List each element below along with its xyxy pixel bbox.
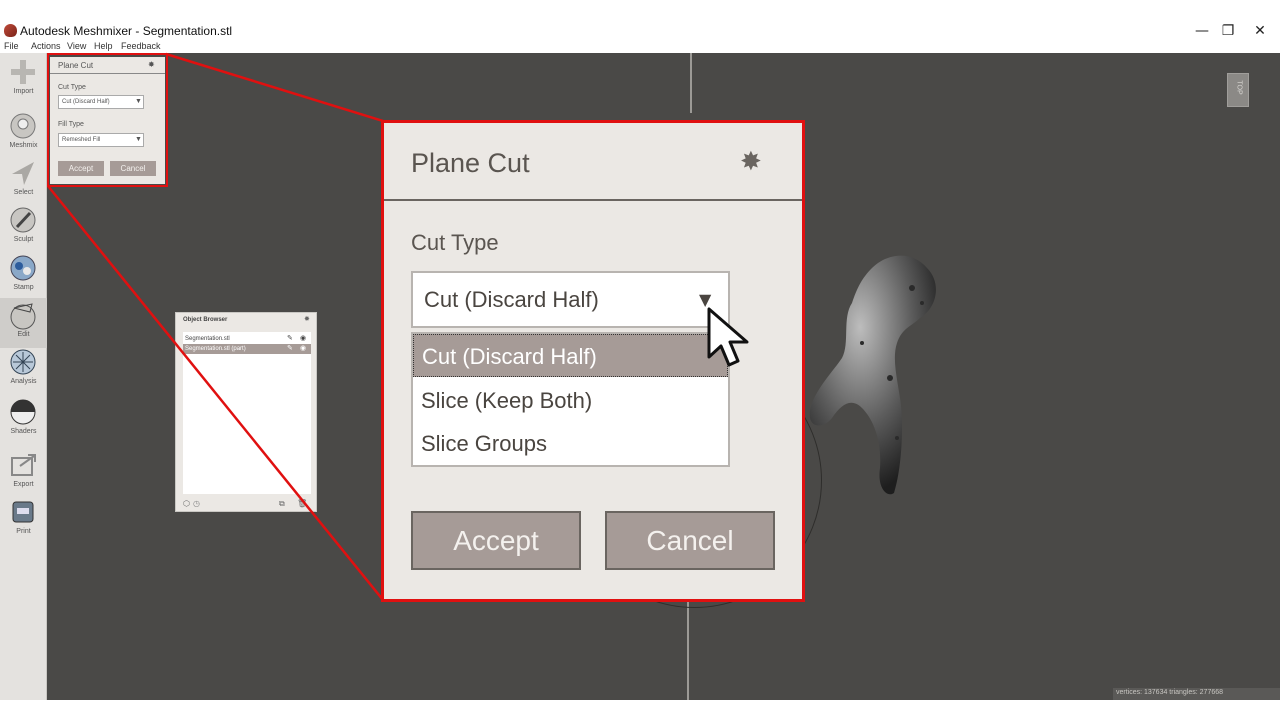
object-browser-title: Object Browser	[183, 317, 228, 323]
accept-button[interactable]: Accept	[411, 511, 581, 570]
edit-pencil-icon[interactable]: ✎	[287, 344, 293, 354]
tool-label: Shaders	[10, 428, 37, 435]
duplicate-icon[interactable]: ⧉	[279, 499, 285, 509]
title-bar: Autodesk Meshmixer - Segmentation.stl — …	[0, 20, 1280, 42]
tool-label: Print	[16, 528, 31, 535]
dropdown-option[interactable]: Cut (Discard Half)	[413, 334, 728, 377]
menu-bar: File Actions View Help Feedback	[0, 41, 1280, 53]
status-bar: vertices: 137634 triangles: 277668	[1113, 688, 1280, 700]
dropdown-option[interactable]: Slice Groups	[413, 422, 728, 465]
menu-actions[interactable]: Actions	[31, 41, 61, 51]
object-name: Segmentation.stl	[185, 336, 230, 342]
object-browser: Object Browser ✸ Segmentation.stl ✎ ◉ Se…	[175, 312, 317, 512]
view-cube[interactable]: TOP	[1227, 73, 1249, 107]
tool-label: Analysis	[10, 378, 37, 385]
sculpt-brush-icon	[10, 207, 36, 233]
menu-file[interactable]: File	[4, 41, 19, 51]
meshmixer-logo-icon	[4, 24, 17, 37]
panel-title: Plane Cut	[411, 148, 530, 178]
tool-label: Edit	[17, 331, 30, 338]
tool-analysis[interactable]: Analysis	[0, 345, 47, 395]
menu-help[interactable]: Help	[94, 41, 113, 51]
tool-export[interactable]: Export	[0, 448, 47, 498]
cut-type-dropdown: Cut (Discard Half) Slice (Keep Both) Sli…	[411, 332, 730, 467]
tool-print[interactable]: Print	[0, 495, 47, 545]
tool-edit[interactable]: Edit	[0, 298, 47, 348]
analysis-icon	[10, 349, 36, 375]
cancel-button[interactable]: Cancel	[605, 511, 775, 570]
mesh-stats: vertices: 137634 triangles: 277668	[1116, 689, 1224, 696]
tool-shaders[interactable]: Shaders	[0, 395, 47, 445]
cut-type-label: Cut Type	[411, 230, 499, 255]
menu-feedback[interactable]: Feedback	[121, 41, 161, 51]
view-cube-label: TOP	[1235, 80, 1243, 95]
tool-select[interactable]: Select	[0, 156, 47, 206]
tool-import[interactable]: Import	[0, 55, 47, 105]
tool-sculpt[interactable]: Sculpt	[0, 203, 47, 253]
export-icon	[11, 454, 36, 476]
settings-gear-icon[interactable]: ✸	[740, 147, 762, 177]
plus-icon	[11, 60, 35, 84]
restore-button[interactable]: ❐	[1212, 21, 1244, 41]
close-button[interactable]: ✕	[1244, 21, 1276, 41]
window-title: Autodesk Meshmixer - Segmentation.stl	[20, 24, 233, 38]
app-window: Autodesk Meshmixer - Segmentation.stl — …	[0, 0, 1280, 720]
highlight-box	[47, 53, 168, 187]
edit-icon	[10, 303, 36, 330]
tool-label: Import	[13, 88, 34, 95]
divider	[384, 199, 802, 201]
clock-icon[interactable]: ◷	[193, 499, 200, 508]
tool-label: Meshmix	[9, 142, 38, 149]
settings-gear-icon[interactable]: ✸	[304, 315, 310, 323]
print-icon	[12, 501, 34, 523]
axis-line	[687, 601, 689, 700]
menu-view[interactable]: View	[67, 41, 86, 51]
list-item[interactable]: Segmentation.stl ✎ ◉	[183, 334, 311, 344]
object-name: Segmentation.stl (part)	[185, 346, 246, 352]
axis-line	[690, 53, 692, 113]
trash-icon[interactable]: 🗑	[297, 499, 307, 508]
mouse-cursor-icon	[707, 307, 749, 367]
visibility-eye-icon[interactable]: ◉	[300, 344, 306, 354]
tool-stamp[interactable]: Stamp	[0, 251, 47, 301]
tool-meshmix[interactable]: Meshmix	[0, 109, 47, 159]
dropdown-option[interactable]: Slice (Keep Both)	[413, 379, 728, 422]
meshmix-icon	[10, 113, 36, 139]
select-arrow-icon	[12, 162, 34, 185]
edit-pencil-icon[interactable]: ✎	[287, 334, 293, 344]
list-item[interactable]: Segmentation.stl (part) ✎ ◉	[183, 344, 311, 354]
mesh-model[interactable]	[802, 248, 942, 508]
select-value: Cut (Discard Half)	[424, 287, 599, 312]
tool-label: Sculpt	[13, 236, 34, 243]
left-toolbar: Import Meshmix Select Sculpt Stamp Edit …	[0, 53, 47, 700]
visibility-eye-icon[interactable]: ◉	[300, 334, 306, 344]
tool-label: Select	[13, 189, 34, 196]
cut-type-select[interactable]: Cut (Discard Half) ▼	[411, 271, 730, 328]
tool-label: Stamp	[13, 284, 34, 291]
tool-label: Export	[13, 481, 34, 488]
object-list: Segmentation.stl ✎ ◉ Segmentation.stl (p…	[183, 332, 311, 494]
stamp-icon	[10, 255, 36, 281]
cube-icon[interactable]: ⬡	[183, 499, 190, 508]
shaders-icon	[10, 399, 36, 425]
